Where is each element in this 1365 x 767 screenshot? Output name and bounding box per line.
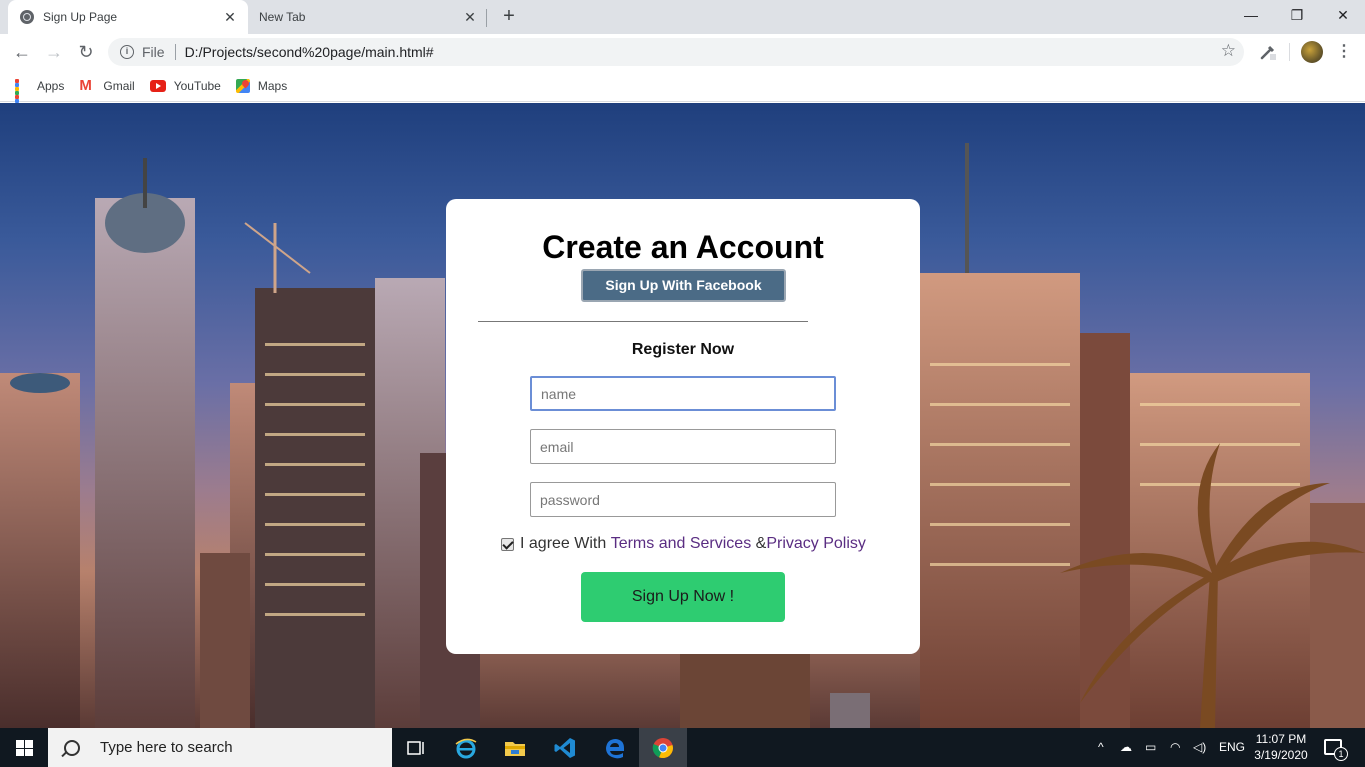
omnibox-separator [174, 44, 176, 60]
signup-card: Create an Account Sign Up With Facebook … [446, 199, 920, 654]
battery-icon[interactable]: ▭ [1145, 728, 1156, 767]
profile-avatar[interactable] [1301, 41, 1323, 63]
close-window-icon[interactable]: ✕ [1320, 0, 1365, 30]
register-heading: Register Now [631, 341, 735, 358]
action-center-icon[interactable]: 1 [1324, 739, 1348, 761]
tab-sign-up-page[interactable]: Sign Up Page ✕ [8, 0, 248, 34]
facebook-signup-button[interactable]: Sign Up With Facebook [581, 269, 786, 302]
minimize-icon[interactable]: — [1228, 0, 1274, 30]
terms-link[interactable]: Terms and Services [611, 535, 752, 553]
volume-icon[interactable]: ◁) [1193, 728, 1206, 767]
browser-toolbar: ← → ↻ i File D:/Projects/second%20page/m… [0, 34, 1365, 70]
name-input[interactable] [530, 376, 836, 411]
clock-date: 3/19/2020 [1254, 748, 1308, 762]
search-placeholder: Type here to search [100, 739, 233, 756]
clock-time: 11:07 PM [1255, 732, 1307, 746]
tab-separator [486, 9, 487, 27]
bookmark-maps[interactable]: Maps [235, 78, 288, 93]
maps-icon [235, 78, 250, 93]
eyedropper-extension-icon[interactable] [1258, 42, 1278, 62]
divider [478, 321, 808, 322]
tab-strip: Sign Up Page ✕ New Tab ✕ + — ❐ ✕ [0, 0, 1365, 34]
edge-icon[interactable] [603, 736, 627, 760]
youtube-icon [149, 79, 166, 92]
agree-row: I agree With Terms and Services & Privac… [501, 535, 866, 553]
info-icon[interactable]: i [120, 45, 134, 59]
address-bar[interactable]: i File D:/Projects/second%20page/main.ht… [108, 38, 1244, 66]
url-text[interactable]: D:/Projects/second%20page/main.html# [185, 44, 434, 60]
search-icon [64, 739, 80, 756]
taskbar-search-box[interactable]: Type here to search [48, 728, 392, 767]
notification-count: 1 [1334, 747, 1348, 761]
windows-taskbar: Type here to search ^ ☁ ▭ ◠ ◁) ENG 11:07… [0, 728, 1365, 767]
signup-now-button[interactable]: Sign Up Now ! [581, 572, 785, 622]
bookmark-gmail[interactable]: Gmail [79, 77, 135, 94]
taskbar-clock[interactable]: 11:07 PM 3/19/2020 [1250, 731, 1312, 763]
file-explorer-icon[interactable] [503, 736, 527, 760]
vscode-icon[interactable] [553, 736, 577, 760]
bookmark-star-icon[interactable]: ☆ [1221, 41, 1236, 61]
chrome-icon[interactable] [651, 736, 675, 760]
windows-start-icon[interactable] [16, 740, 33, 756]
forward-arrow-icon[interactable]: → [42, 40, 66, 64]
restore-icon[interactable]: ❐ [1274, 0, 1320, 30]
close-tab-icon[interactable]: ✕ [462, 9, 478, 25]
bookmark-label: YouTube [173, 78, 221, 93]
apps-grid-icon [15, 78, 29, 115]
tab-title: Sign Up Page [43, 10, 118, 24]
globe-icon [20, 10, 34, 24]
show-hidden-icons-chevron[interactable]: ^ [1098, 728, 1104, 767]
wifi-icon[interactable]: ◠ [1170, 728, 1180, 767]
agree-text: I agree With [520, 535, 611, 552]
page-title: Create an Account [542, 229, 824, 265]
tab-title: New Tab [259, 10, 306, 24]
bookmark-apps[interactable]: Apps [15, 78, 65, 115]
page-viewport: Create an Account Sign Up With Facebook … [0, 103, 1365, 728]
language-indicator[interactable]: ENG [1219, 728, 1245, 767]
tab-new-tab[interactable]: New Tab ✕ [248, 0, 488, 34]
bookmark-label: Gmail [103, 78, 135, 93]
bookmark-youtube[interactable]: YouTube [149, 78, 221, 93]
new-tab-plus-icon[interactable]: + [498, 6, 520, 28]
internet-explorer-icon[interactable] [454, 736, 478, 760]
more-menu-icon[interactable]: ⋮ [1336, 41, 1352, 63]
ampersand-text: & [751, 535, 767, 552]
email-input[interactable] [530, 429, 836, 464]
close-tab-icon[interactable]: ✕ [222, 9, 238, 25]
back-arrow-icon[interactable]: ← [10, 40, 34, 64]
bookmarks-bar: Apps Gmail YouTube Maps [0, 70, 1365, 115]
task-view-icon[interactable] [404, 736, 428, 760]
gmail-icon [79, 77, 95, 94]
toolbar-separator [1289, 43, 1290, 61]
bookmark-label: Apps [37, 78, 65, 93]
agree-checkbox[interactable] [501, 537, 514, 551]
bookmark-label: Maps [257, 78, 288, 93]
onedrive-cloud-icon[interactable]: ☁ [1120, 728, 1132, 767]
privacy-link[interactable]: Privacy Polisy [766, 535, 866, 553]
password-input[interactable] [530, 482, 836, 517]
url-scheme: File [142, 44, 165, 60]
reload-icon[interactable]: ↻ [74, 40, 98, 64]
